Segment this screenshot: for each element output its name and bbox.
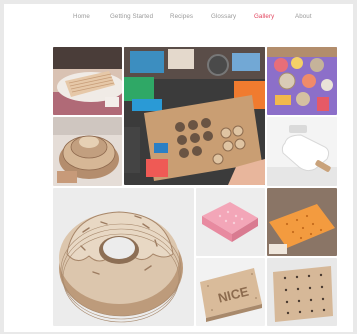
gallery-photo-gear-cake[interactable] <box>53 117 122 186</box>
cracker-plank-image <box>267 258 337 326</box>
gallery-photo-cookie-toys[interactable] <box>267 47 337 115</box>
popsicle-image <box>267 117 337 186</box>
ribbed-cookie-image <box>53 47 122 115</box>
nav-glossary[interactable]: Glossary <box>211 13 236 20</box>
craft-table-image <box>124 47 265 185</box>
gallery-photo-donut-stack[interactable] <box>53 188 194 326</box>
gallery-photo-popsicle[interactable] <box>267 117 337 186</box>
gallery-photo-cracker-plank[interactable] <box>267 258 337 326</box>
top-navigation: Home Getting Started Recipes Glossary Ga… <box>4 13 353 27</box>
gallery-photo-orange-cracker[interactable] <box>267 188 337 256</box>
nav-getting-started[interactable]: Getting Started <box>110 13 153 20</box>
page-frame: Home Getting Started Recipes Glossary Ga… <box>4 4 353 332</box>
gallery-photo-nice-biscuit[interactable]: NICE <box>196 258 265 326</box>
donut-stack-image <box>53 188 194 326</box>
gallery-photo-ribbed-cookie[interactable] <box>53 47 122 115</box>
nav-home[interactable]: Home <box>73 13 90 20</box>
pink-sponge-image <box>196 188 265 256</box>
gallery-photo-craft-table[interactable] <box>124 47 265 185</box>
nav-gallery[interactable]: Gallery <box>254 13 274 20</box>
nav-about[interactable]: About <box>295 13 312 20</box>
orange-cracker-image <box>267 188 337 256</box>
nav-recipes[interactable]: Recipes <box>170 13 193 20</box>
cookie-toys-image <box>267 47 337 115</box>
gallery-photo-pink-sponge[interactable] <box>196 188 265 256</box>
gear-cake-image <box>53 117 122 186</box>
nice-biscuit-image: NICE <box>196 258 265 326</box>
